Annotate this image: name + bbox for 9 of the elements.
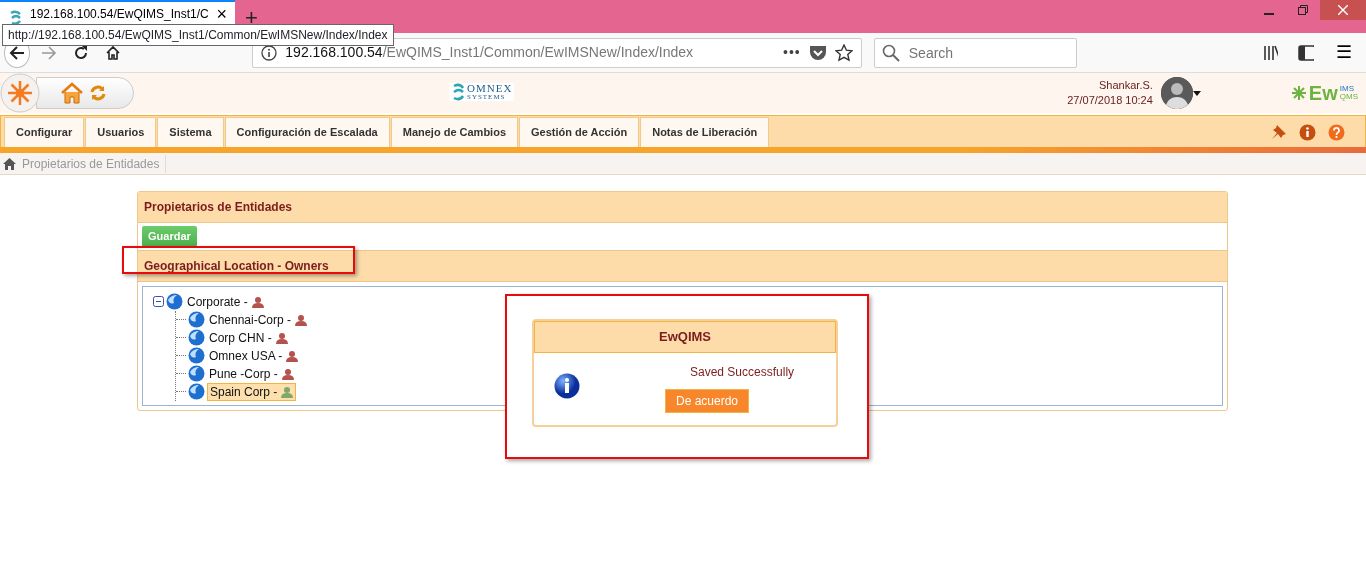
section-title: Geographical Location - Owners	[144, 258, 329, 273]
dialog-title: EwQIMS	[534, 321, 836, 353]
date-time: 27/07/2018 10:24	[1067, 93, 1153, 108]
panel-title: Propietarios de Entidades	[138, 192, 1227, 223]
tab-title: 192.168.100.54/EwQIMS_Inst1/C	[30, 5, 210, 23]
url-text: 192.168.100.54/EwQIMS_Inst1/Common/EwIMSNew/Index/Index	[285, 43, 694, 62]
user-name: Shankar.S.	[1098, 78, 1153, 93]
dialog-message: Saved Successfully	[690, 363, 795, 381]
link-tooltip: http://192.168.100.54/EwQIMS_Inst1/Common/EwIMSNew/Index/Index	[2, 24, 394, 46]
